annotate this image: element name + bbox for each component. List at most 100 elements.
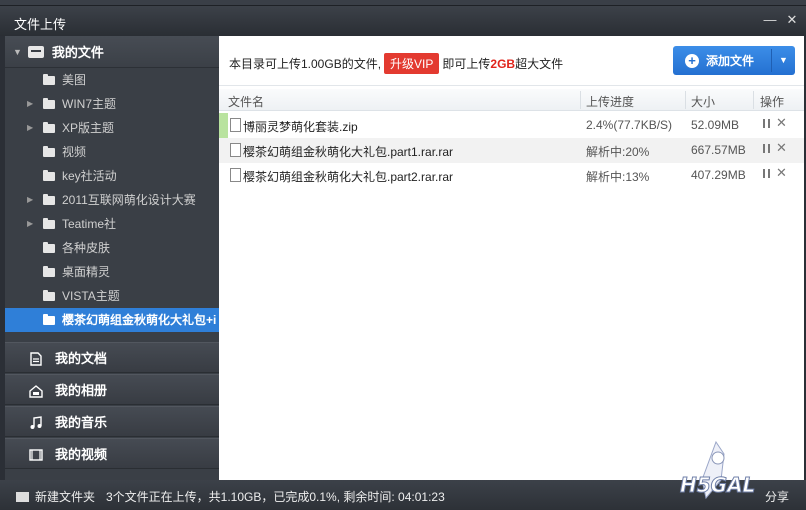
file-name: 樱茶幻萌组金秋萌化大礼包.part1.rar.rar [243,145,454,159]
folder-item[interactable]: ▶ 2011互联网萌化设计大赛 [5,188,219,212]
folder-item[interactable]: ▶ WIN7主题 [5,92,219,116]
folder-item[interactable]: key社活动 [5,164,219,188]
folder-icon [43,122,55,133]
button-divider [771,49,772,72]
folder-label: XP版主题 [62,121,115,135]
file-icon [230,168,241,182]
folder-item[interactable]: 各种皮肤 [5,236,219,260]
column-size[interactable]: 大小 [691,93,715,110]
column-divider [753,91,754,109]
expand-arrow-icon[interactable]: ▶ [27,92,33,116]
expand-arrow-icon[interactable]: ▶ [27,212,33,236]
folder-label: VISTA主题 [62,289,120,303]
folder-icon [43,218,55,229]
close-window-button[interactable]: ✕ [784,12,800,28]
pause-icon[interactable] [763,169,770,178]
notice-prefix: 本目录可上传1.00GB的文件, [229,57,382,71]
upload-progress: 解析中:13% [586,170,650,184]
folder-icon [43,314,55,325]
main-panel: 本目录可上传1.00GB的文件, 升级VIP 即可上传2GB超大文件 + 添加文件 … [219,36,804,480]
add-file-button[interactable]: + 添加文件 ▼ [673,46,795,75]
h5gal-watermark-logo: H5GAL [680,440,756,500]
folder-label: WIN7主题 [62,97,117,111]
folder-list: 美图 ▶ WIN7主题 ▶ XP版主题视频 key社活动 ▶ 2011互联网萌化设计大赛 ▶ Te… [5,68,219,332]
expand-arrow-icon[interactable]: ▶ [27,116,33,140]
folder-item[interactable]: 视频 [5,140,219,164]
folder-label: 视频 [62,145,87,159]
upload-progress: 解析中:20% [586,145,650,159]
pause-icon[interactable] [763,119,770,128]
new-folder-label: 新建文件夹 [35,490,96,504]
top-strip [0,0,806,6]
folder-item[interactable]: 桌面精灵 [5,260,219,284]
category-my-album[interactable]: 我的相册 [5,374,219,405]
document-icon [30,352,42,366]
upgrade-vip-button[interactable]: 升级VIP [384,53,440,74]
file-name: 博丽灵梦萌化套装.zip [243,120,358,134]
file-size: 667.57MB [691,143,746,157]
folder-label: Teatime社 [62,217,117,231]
remove-icon[interactable]: ✕ [776,140,787,156]
category-my-video[interactable]: 我的视频 [5,438,219,469]
folder-item[interactable]: 美图 [5,68,219,92]
notice-middle: 即可上传 [442,57,491,71]
folder-icon [43,242,55,253]
file-icon [230,143,241,157]
folder-icon [43,290,55,301]
folder-label: 美图 [62,73,87,87]
dropdown-arrow-icon[interactable]: ▼ [779,55,788,65]
folder-label: 各种皮肤 [62,241,111,255]
upload-limit-notice: 本目录可上传1.00GB的文件, 升级VIP 即可上传2GB超大文件 [229,53,563,74]
row-progress-fill [219,113,228,138]
folder-icon [43,146,55,157]
folder-item[interactable]: ▶ Teatime社 [5,212,219,236]
remove-icon[interactable]: ✕ [776,165,787,181]
file-size: 407.29MB [691,168,746,182]
folder-label: key社活动 [62,169,117,183]
folder-icon [43,98,55,109]
category-label: 我的视频 [55,447,108,462]
remove-icon[interactable]: ✕ [776,115,787,131]
music-icon [30,416,42,429]
video-icon [29,449,43,461]
column-divider [580,91,581,109]
category-label: 我的文档 [55,351,108,366]
notice-suffix: 超大文件 [515,57,564,71]
my-files-label: 我的文件 [51,45,104,60]
category-label: 我的相册 [55,383,108,398]
new-folder-icon [16,491,29,502]
photo-album-icon [29,385,43,398]
title-bar: 文件上传 — ✕ [0,0,806,36]
folder-icon [43,74,55,85]
folder-icon [43,194,55,205]
upload-row[interactable]: 樱茶幻萌组金秋萌化大礼包.part2.rar.rar 解析中:13% 407.29M… [219,163,804,188]
window-title: 文件上传 [14,17,67,32]
file-size: 52.09MB [691,118,740,132]
upload-row[interactable]: 樱茶幻萌组金秋萌化大礼包.part1.rar.rar 解析中:20% 667.57M… [219,138,804,163]
column-progress[interactable]: 上传进度 [586,93,634,110]
pause-icon[interactable] [763,144,770,153]
upload-row[interactable]: 博丽灵梦萌化套装.zip 2.4%(77.7KB/S) 52.09MB ✕ [219,113,804,138]
category-label: 我的音乐 [55,415,108,430]
folder-item[interactable]: VISTA主题 [5,284,219,308]
table-header: 文件名 上传进度 大小 操作 [219,89,804,111]
info-bar: 本目录可上传1.00GB的文件, 升级VIP 即可上传2GB超大文件 + 添加文件 … [219,36,804,86]
upload-status-text: 3个文件正在上传，共1.10GB，已完成0.1%, 剩余时间: 04:01:23 [106,490,445,504]
category-my-documents[interactable]: 我的文档 [5,342,219,373]
folder-label: 2011互联网萌化设计大赛 [62,193,196,207]
minimize-button[interactable]: — [762,12,778,28]
folder-label: 桌面精灵 [62,265,111,279]
collapse-arrow-icon[interactable]: ▼ [13,47,22,57]
file-name: 樱茶幻萌组金秋萌化大礼包.part2.rar.rar [243,170,454,184]
folder-item[interactable]: 樱茶幻萌组金秋萌化大礼包+i [5,308,219,332]
my-files-header[interactable]: ▼ 我的文件 [5,36,219,68]
folder-icon [43,266,55,277]
column-filename[interactable]: 文件名 [228,93,264,110]
file-icon [230,118,241,132]
category-my-music[interactable]: 我的音乐 [5,406,219,437]
folder-icon [43,170,55,181]
folder-item[interactable]: ▶ XP版主题 [5,116,219,140]
new-folder-button[interactable]: 新建文件夹 [16,488,95,505]
expand-arrow-icon[interactable]: ▶ [27,188,33,212]
upload-progress: 2.4%(77.7KB/S) [586,118,673,132]
